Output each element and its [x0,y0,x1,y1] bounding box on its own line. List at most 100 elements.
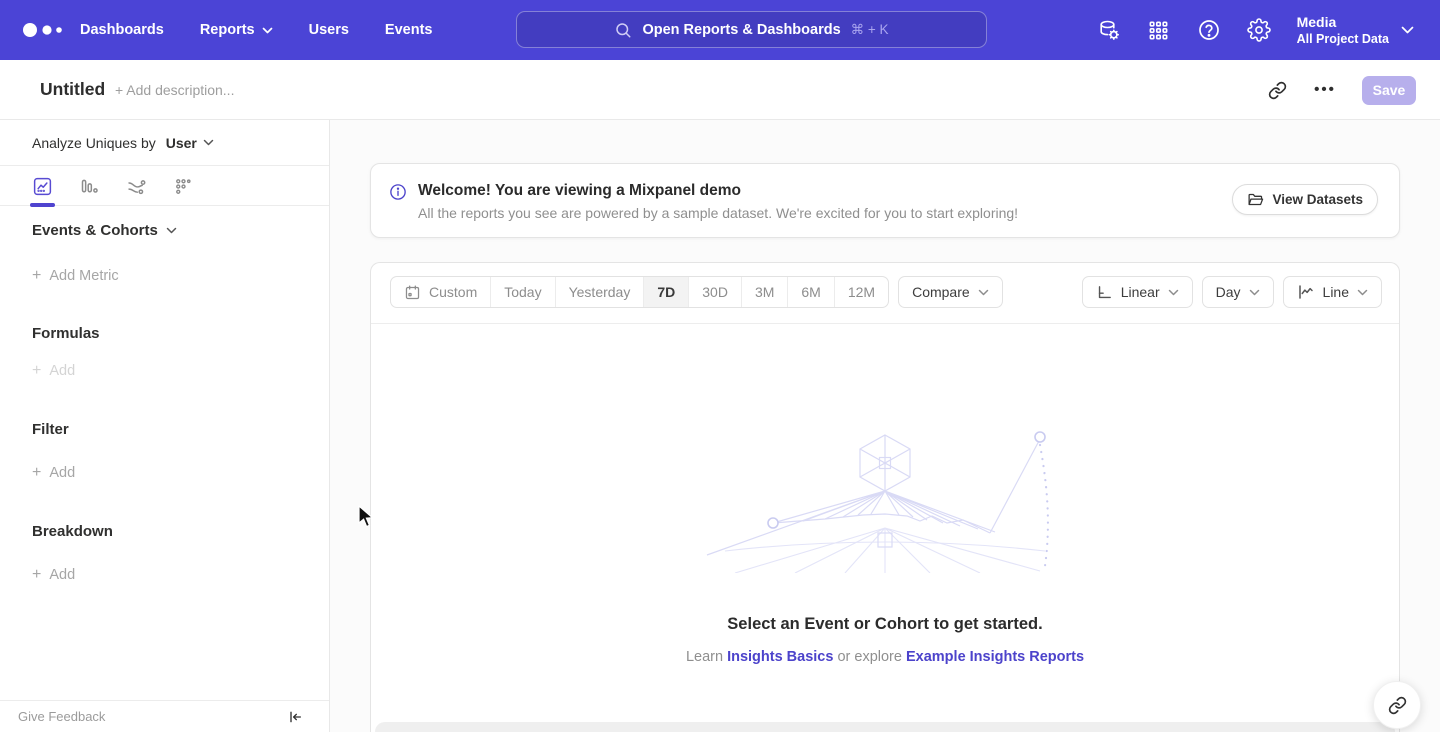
nav-users-label: Users [309,22,349,38]
search-icon [614,21,632,39]
tab-bar-chart[interactable] [79,176,100,197]
apps-grid-icon[interactable] [1147,18,1171,42]
save-button[interactable]: Save [1362,76,1416,105]
add-formula-button[interactable]: + Add [32,362,75,380]
chart-display-controls: Linear Day Line [1082,276,1382,308]
more-options-button[interactable]: ••• [1314,79,1336,101]
welcome-banner: Welcome! You are viewing a Mixpanel demo… [370,163,1400,238]
visualization-tabs [0,167,329,206]
breakdown-label: Breakdown [32,523,113,540]
add-metric-label: Add Metric [49,268,118,284]
project-switcher[interactable]: Media All Project Data [1297,14,1414,47]
analyze-label: Analyze Uniques by [32,135,156,151]
insights-chart-icon [32,176,53,197]
report-header-bar: Untitled + Add description... ••• Save [0,60,1440,120]
bar-chart-icon [79,176,100,197]
data-management-icon[interactable] [1097,18,1121,42]
top-navigation-bar: Dashboards Reports Users Events Open Rep… [0,0,1440,60]
date-range-3m-label: 3M [755,284,774,300]
report-title[interactable]: Untitled [40,79,105,100]
global-search-button[interactable]: Open Reports & Dashboards ⌘ + K [516,11,987,48]
example-reports-link[interactable]: Example Insights Reports [906,649,1084,665]
copy-link-button[interactable] [1266,79,1288,101]
nav-events-label: Events [385,22,433,38]
mixpanel-logo-icon[interactable] [22,20,70,40]
topnav-right-group: Media All Project Data [1097,0,1414,60]
scale-label: Linear [1121,284,1160,300]
chevron-down-icon [166,227,177,234]
interval-label: Day [1216,284,1241,300]
chevron-down-icon [978,289,989,296]
analyze-uniques-row: Analyze Uniques by User [0,120,329,166]
tab-flows[interactable] [126,176,147,197]
query-builder-sidebar: Analyze Uniques by User [0,120,330,732]
tab-insights[interactable] [32,176,53,197]
banner-title: Welcome! You are viewing a Mixpanel demo [418,181,1018,201]
banner-text: Welcome! You are viewing a Mixpanel demo… [418,181,1018,225]
add-breakdown-button[interactable]: + Add [32,566,75,584]
plus-icon: + [32,464,41,482]
collapse-sidebar-button[interactable] [287,709,303,725]
ellipsis-icon: ••• [1314,85,1336,95]
chevron-down-icon [1168,289,1179,296]
chart-type-label: Line [1323,284,1349,300]
help-icon[interactable] [1197,18,1221,42]
add-description-field[interactable]: + Add description... [115,82,234,98]
date-range-30d[interactable]: 30D [688,277,741,307]
date-range-custom[interactable]: Custom [391,277,490,307]
scale-dropdown[interactable]: Linear [1082,276,1193,308]
analyze-by-dropdown[interactable]: User [166,135,214,151]
date-range-yesterday-label: Yesterday [569,284,631,300]
give-feedback-link[interactable]: Give Feedback [18,709,105,724]
project-scope: All Project Data [1297,31,1389,47]
chart-type-dropdown[interactable]: Line [1283,276,1382,308]
view-datasets-button[interactable]: View Datasets [1232,184,1378,215]
events-cohorts-label: Events & Cohorts [32,222,158,239]
sidebar-footer: Give Feedback [0,700,329,732]
share-link-fab[interactable] [1373,681,1421,729]
nav-dashboards-label: Dashboards [80,22,164,38]
date-range-custom-label: Custom [429,284,477,300]
plus-icon: + [32,267,41,285]
report-header-actions: ••• Save [1266,60,1416,120]
nav-events[interactable]: Events [385,22,433,38]
empty-state-links: Learn Insights Basics or explore Example… [371,649,1399,665]
nav-dashboards[interactable]: Dashboards [80,22,164,38]
tab-retention[interactable] [173,176,194,197]
empty-state-title: Select an Event or Cohort to get started… [371,615,1399,634]
events-cohorts-section[interactable]: Events & Cohorts [32,222,177,239]
calendar-icon [404,284,421,301]
date-range-today-label: Today [504,284,541,300]
add-filter-label: Add [49,465,75,481]
chevron-down-icon [262,27,273,34]
date-range-7d[interactable]: 7D [643,277,688,307]
date-range-yesterday[interactable]: Yesterday [555,277,644,307]
empty-state-illustration [695,423,1075,573]
chevron-down-icon [1249,289,1260,296]
search-shortcut: ⌘ + K [851,22,889,38]
dots-grid-icon [173,176,194,197]
add-metric-button[interactable]: + Add Metric [32,267,119,285]
nav-users[interactable]: Users [309,22,349,38]
date-range-today[interactable]: Today [490,277,554,307]
plus-icon: + [32,362,41,380]
date-range-6m[interactable]: 6M [787,277,833,307]
add-formula-label: Add [49,363,75,379]
report-canvas: Custom Today Yesterday 7D 30D 3M 6M 12M … [370,262,1400,732]
nav-reports[interactable]: Reports [200,22,273,38]
explore-middle-text: or explore [837,649,901,665]
add-filter-button[interactable]: + Add [32,464,75,482]
settings-gear-icon[interactable] [1247,18,1271,42]
chevron-down-icon [203,139,214,146]
chart-toolbar: Custom Today Yesterday 7D 30D 3M 6M 12M … [390,276,1382,308]
insights-basics-link[interactable]: Insights Basics [727,649,833,665]
banner-subtitle: All the reports you see are powered by a… [418,201,1018,225]
interval-dropdown[interactable]: Day [1202,276,1274,308]
link-icon [1268,81,1287,100]
date-range-6m-label: 6M [801,284,820,300]
primary-nav: Dashboards Reports Users Events [80,0,432,60]
date-range-3m[interactable]: 3M [741,277,787,307]
date-range-12m[interactable]: 12M [834,277,888,307]
compare-button[interactable]: Compare [898,276,1003,308]
date-range-12m-label: 12M [848,284,875,300]
